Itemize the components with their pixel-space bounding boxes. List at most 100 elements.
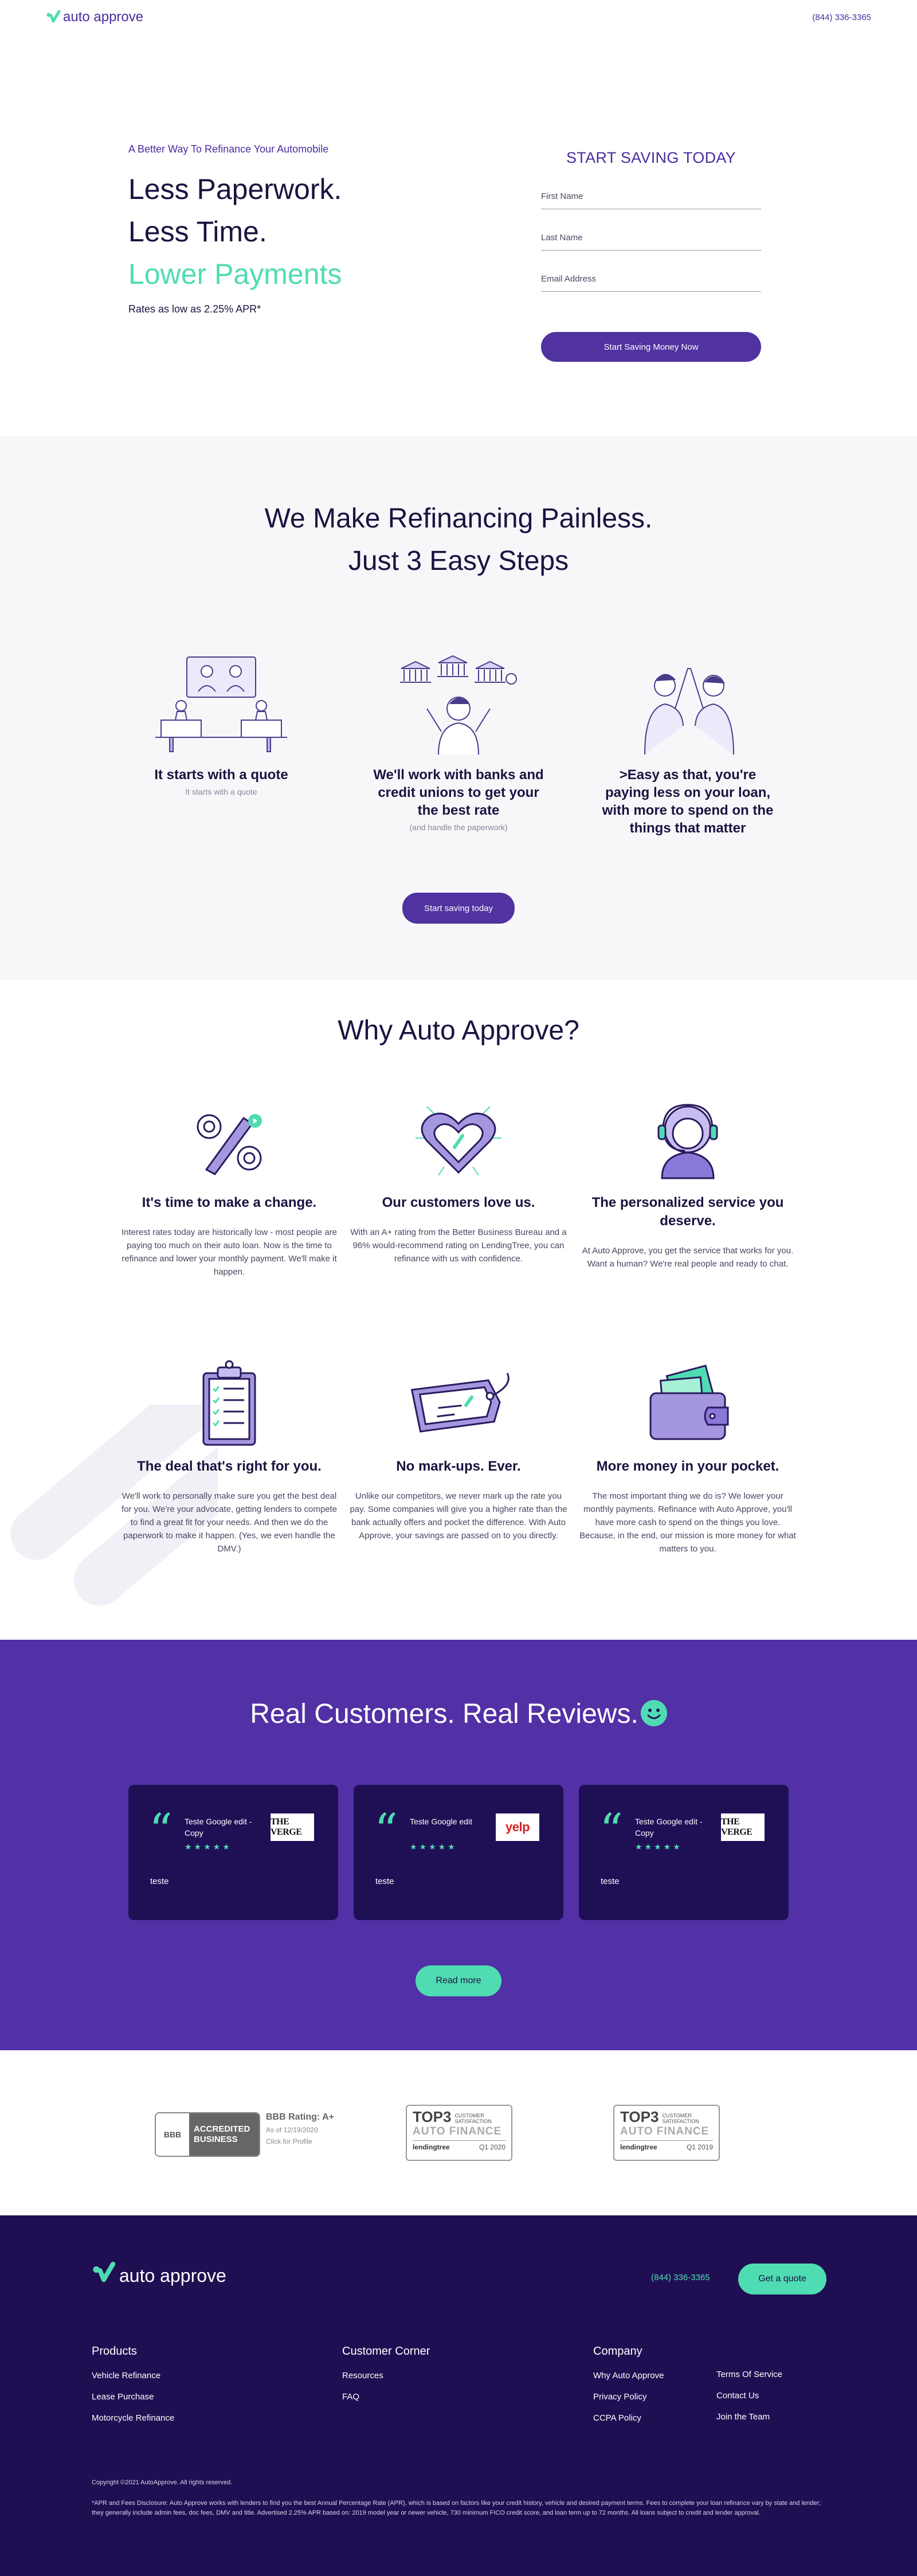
top3-label: TOP3: [620, 2108, 659, 2125]
bbb-seal-icon: BBB: [156, 2113, 189, 2156]
banks-illustration: [367, 651, 550, 755]
footer-customer-column: Customer Corner Resources FAQ: [342, 2345, 430, 2413]
heart-icon: [347, 1095, 570, 1187]
clipboard-checklist-icon: [117, 1359, 341, 1451]
why-section: Why Auto Approve? It's time to make a ch…: [0, 980, 917, 1640]
hero-section: A Better Way To Refinance Your Automobil…: [0, 34, 917, 436]
apr-disclosure-text: *APR and Fees Disclosure: Auto Approve w…: [92, 2500, 821, 2516]
footer-company-column-2: Terms Of Service Contact Us Join the Tea…: [716, 2370, 782, 2433]
footer-products-column: Products Vehicle Refinance Lease Purchas…: [92, 2345, 174, 2434]
last-name-field[interactable]: [541, 225, 761, 251]
footer-link-why-auto-approve[interactable]: Why Auto Approve: [593, 2371, 664, 2380]
footer-customer-title: Customer Corner: [342, 2345, 430, 2358]
steps-title-line-2: Just 3 Easy Steps: [348, 546, 569, 576]
footer-link-resources[interactable]: Resources: [342, 2371, 430, 2380]
hero-line-3: Lower Payments: [128, 258, 342, 290]
feature-change-text: Interest rates today are historically lo…: [121, 1228, 337, 1277]
hero-kicker: A Better Way To Refinance Your Automobil…: [128, 143, 329, 155]
feature-love-title: Our customers love us.: [382, 1195, 535, 1210]
feature-service-title: The personalized service you deserve.: [591, 1195, 784, 1229]
email-field[interactable]: [541, 267, 761, 292]
footer-link-contact-us[interactable]: Contact Us: [716, 2391, 782, 2401]
quote-icon: “: [599, 1804, 623, 1857]
bbb-rating-value: BBB Rating: A+: [266, 2112, 334, 2122]
footer-link-privacy-policy[interactable]: Privacy Policy: [593, 2392, 664, 2402]
footer-logo-text: auto approve: [119, 2265, 226, 2286]
start-saving-today-button[interactable]: Start saving today: [402, 893, 515, 924]
star-rating: ★★★★★: [185, 1842, 232, 1851]
hero-line-2: Less Time.: [128, 216, 267, 248]
bbb-accredited-label: ACCREDITED BUSINESS: [189, 2113, 259, 2156]
footer-link-motorcycle-refinance[interactable]: Motorcycle Refinance: [92, 2413, 174, 2423]
star-rating: ★★★★★: [410, 1842, 457, 1851]
footer-company-column: Company Why Auto Approve Privacy Policy …: [593, 2345, 664, 2434]
hero-rates: Rates as low as 2.25% APR*: [128, 303, 261, 315]
feature-deal: The deal that's right for you. We'll wor…: [117, 1359, 341, 1555]
step-2-subtitle: (and handle the paperwork): [409, 823, 508, 832]
review-author: Teste Google edit: [410, 1817, 472, 1826]
footer-link-lease-purchase[interactable]: Lease Purchase: [92, 2392, 174, 2402]
review-author: Teste Google edit - Copy: [185, 1817, 252, 1838]
top3-caption: CUSTOMER SATISFACTION: [662, 2113, 699, 2124]
yelp-logo: yelp: [496, 1813, 539, 1841]
the-verge-logo: THE VERGE: [721, 1813, 765, 1841]
step-2: We'll work with banks and credit unions …: [367, 651, 550, 832]
footer-company-title: Company: [593, 2345, 642, 2358]
get-a-quote-button[interactable]: Get a quote: [738, 2264, 826, 2294]
footer-products-title: Products: [92, 2345, 137, 2358]
footer-link-terms-of-service[interactable]: Terms Of Service: [716, 2370, 782, 2379]
bbb-rating-date: As of 12/19/2020: [266, 2126, 318, 2134]
feature-love: Our customers love us. With an A+ rating…: [347, 1095, 570, 1265]
top3-period: Q1 2019: [686, 2143, 713, 2151]
footer-link-faq[interactable]: FAQ: [342, 2392, 430, 2402]
quote-icon: “: [149, 1804, 173, 1857]
smile-icon: [640, 1700, 667, 1726]
step-1-subtitle: It starts with a quote: [185, 787, 257, 796]
review-author: Teste Google edit - Copy: [635, 1817, 703, 1838]
lendingtree-top3-badge-2020: TOP3 CUSTOMER SATISFACTION AUTO FINANCE l…: [406, 2105, 512, 2161]
lendingtree-top3-badge-2019: TOP3 CUSTOMER SATISFACTION AUTO FINANCE l…: [613, 2105, 720, 2161]
first-name-field[interactable]: [541, 184, 761, 209]
wallet-icon: [576, 1359, 800, 1451]
bbb-badge[interactable]: BBB ACCREDITED BUSINESS BBB Rating: A+ A…: [155, 2112, 347, 2157]
review-text: teste: [601, 1877, 620, 1886]
step-2-title: We'll work with banks and credit unions …: [373, 767, 544, 818]
reviews-title: Real Customers. Real Reviews.: [0, 1698, 917, 1730]
site-header: auto approve (844) 336-3365: [0, 0, 917, 34]
why-title: Why Auto Approve?: [338, 1015, 579, 1046]
footer-link-join-the-team[interactable]: Join the Team: [716, 2412, 782, 2422]
feature-deal-text: We'll work to personally make sure you g…: [121, 1491, 338, 1554]
read-more-button[interactable]: Read more: [416, 1965, 501, 1996]
step-1-title: It starts with a quote: [154, 767, 288, 783]
footer-link-vehicle-refinance[interactable]: Vehicle Refinance: [92, 2371, 174, 2380]
lendingtree-logo: lendingtree: [620, 2143, 657, 2151]
hero-line-1: Less Paperwork.: [128, 173, 342, 205]
feature-change-title: It's time to make a change.: [142, 1195, 317, 1210]
review-card: “ Teste Google edit - Copy ★★★★★ THE VER…: [128, 1785, 338, 1920]
steps-title: We Make Refinancing Painless. Just 3 Eas…: [0, 498, 917, 583]
feature-service-text: At Auto Approve, you get the service tha…: [582, 1246, 794, 1269]
quote-form: START SAVING TODAY Start Saving Money No…: [541, 149, 761, 362]
check-logo-icon: [92, 2261, 116, 2290]
footer-link-ccpa-policy[interactable]: CCPA Policy: [593, 2413, 664, 2423]
feature-deal-title: The deal that's right for you.: [137, 1459, 322, 1474]
feature-service: The personalized service you deserve. At…: [576, 1095, 800, 1271]
step-3: >Easy as that, you're paying less on you…: [596, 651, 779, 837]
footer-logo[interactable]: auto approve: [92, 2261, 226, 2290]
start-saving-button[interactable]: Start Saving Money Now: [541, 332, 761, 362]
step-1: It starts with a quote It starts with a …: [130, 651, 313, 796]
price-tag-icon: [347, 1359, 570, 1451]
lendingtree-logo: lendingtree: [413, 2143, 450, 2151]
review-text: teste: [150, 1877, 169, 1886]
office-desk-illustration: [130, 651, 313, 755]
star-rating: ★★★★★: [635, 1842, 683, 1851]
feature-money-title: More money in your pocket.: [596, 1459, 779, 1474]
footer-phone-link[interactable]: (844) 336-3365: [651, 2273, 710, 2282]
bbb-seal-box: BBB ACCREDITED BUSINESS: [155, 2112, 260, 2157]
header-phone-link[interactable]: (844) 336-3365: [812, 13, 871, 22]
high-five-illustration: [596, 651, 779, 755]
percent-icon: [117, 1095, 341, 1187]
quote-icon: “: [374, 1804, 398, 1857]
site-footer: auto approve (844) 336-3365 Get a quote …: [0, 2215, 917, 2576]
logo[interactable]: auto approve: [46, 9, 143, 25]
